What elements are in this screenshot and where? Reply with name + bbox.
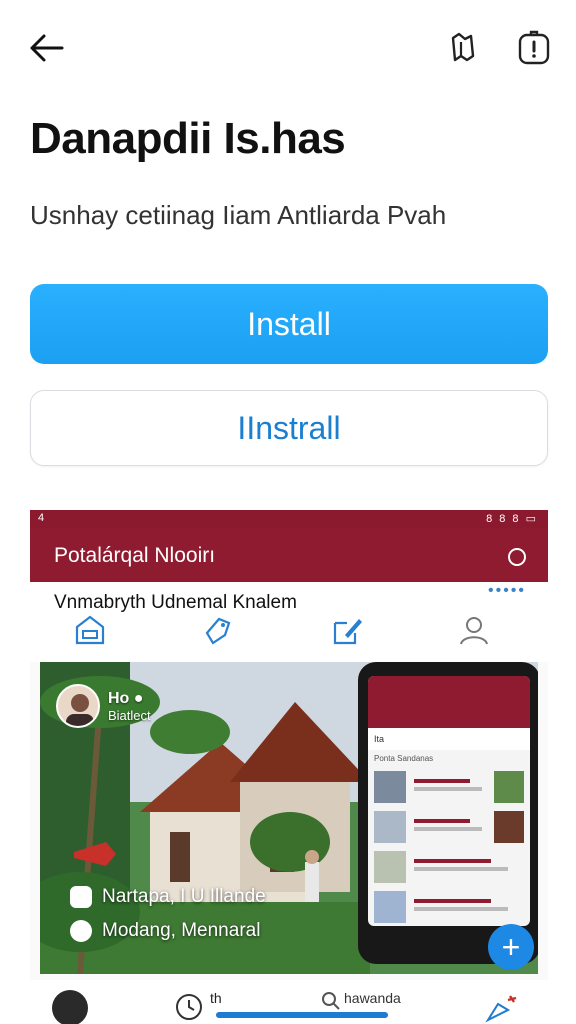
- phone-section-head: Ponta Sandanas: [374, 754, 434, 763]
- bottom-label-1: th: [210, 990, 222, 1006]
- phone-screen: Ita Ponta Sandanas: [368, 676, 530, 926]
- hero-avatar: [56, 684, 100, 728]
- preview-app-bar: Potalárqal Nlooirı: [30, 528, 548, 582]
- hero-image: Ho ● Biatlect Nartapa, I U Illande Modan…: [40, 662, 538, 974]
- install-secondary-button[interactable]: IInstrall: [30, 390, 548, 466]
- phone-list-item: [368, 807, 530, 847]
- preview-tabs: Vnmabryth Udnemal Knalem •••••: [30, 582, 548, 662]
- phone-thumb: [374, 771, 406, 803]
- bottom-avatar: [52, 990, 88, 1024]
- phone-app-bar: [368, 676, 530, 728]
- phone-thumb: [494, 771, 524, 803]
- hero-caption-1-text: Nartapa, I U Illande: [102, 886, 266, 907]
- hero-user-name: Ho ●: [108, 689, 144, 707]
- pin-icon: [485, 995, 517, 1023]
- preview-app-title: Potalárqal Nlooirı: [54, 544, 216, 567]
- chat-chip-icon: [70, 920, 92, 942]
- phone-list-item: [368, 887, 530, 926]
- top-bar: [0, 0, 576, 96]
- tag-icon: [200, 612, 236, 648]
- phone-list-item: [368, 847, 530, 887]
- phone-thumb: [374, 811, 406, 843]
- phone-thumb: [374, 851, 406, 883]
- clock-icon: [176, 994, 202, 1020]
- info-chip-icon: [70, 886, 92, 908]
- edit-icon: [330, 612, 366, 648]
- preview-bottom-nav: th hawanda: [30, 980, 548, 1024]
- report-icon: [518, 30, 550, 65]
- preview-tabs-caption: Vnmabryth Udnemal Knalem: [54, 592, 297, 613]
- status-left: 4: [38, 512, 45, 524]
- install-button[interactable]: Install: [30, 284, 548, 364]
- app-title: Danapdii Is.has: [30, 114, 346, 163]
- share-icon: [451, 32, 475, 62]
- add-fab-button[interactable]: +: [488, 924, 534, 970]
- arrow-left-icon: [30, 34, 64, 62]
- back-button[interactable]: [24, 28, 68, 68]
- more-dots-icon: •••••: [487, 582, 526, 599]
- app-preview-screenshot[interactable]: 4 8 8 8 ▭ Potalárqal Nlooirı Vnmabryth U…: [30, 510, 548, 1024]
- phone-thumb: [374, 891, 406, 923]
- preview-status-bar: 4 8 8 8 ▭: [30, 510, 548, 528]
- hero-user: Ho ● Biatlect: [56, 684, 151, 728]
- phone-thumb: [494, 811, 524, 843]
- hero-caption-2-text: Modang, Mennaral: [102, 920, 261, 941]
- report-button[interactable]: [512, 26, 556, 70]
- profile-icon: [456, 612, 492, 648]
- share-button[interactable]: [440, 26, 484, 70]
- hero-caption-2: Modang, Mennaral: [70, 920, 260, 942]
- circle-icon: [508, 548, 526, 566]
- app-subtitle: Usnhay cetiinag Iiam Antliarda Pvah: [30, 200, 447, 230]
- search-icon: [322, 992, 340, 1010]
- phone-list-item: [368, 767, 530, 807]
- hero-caption-1: Nartapa, I U Illande: [70, 886, 266, 908]
- progress-bar: [216, 1012, 388, 1018]
- phone-mockup: Ita Ponta Sandanas +: [358, 662, 538, 970]
- bottom-label-2: hawanda: [344, 990, 401, 1006]
- hero-user-sub: Biatlect: [108, 707, 151, 723]
- home-icon: [72, 612, 108, 648]
- status-right: 8 8 8 ▭: [486, 513, 538, 525]
- phone-subheader: Ita: [368, 728, 530, 750]
